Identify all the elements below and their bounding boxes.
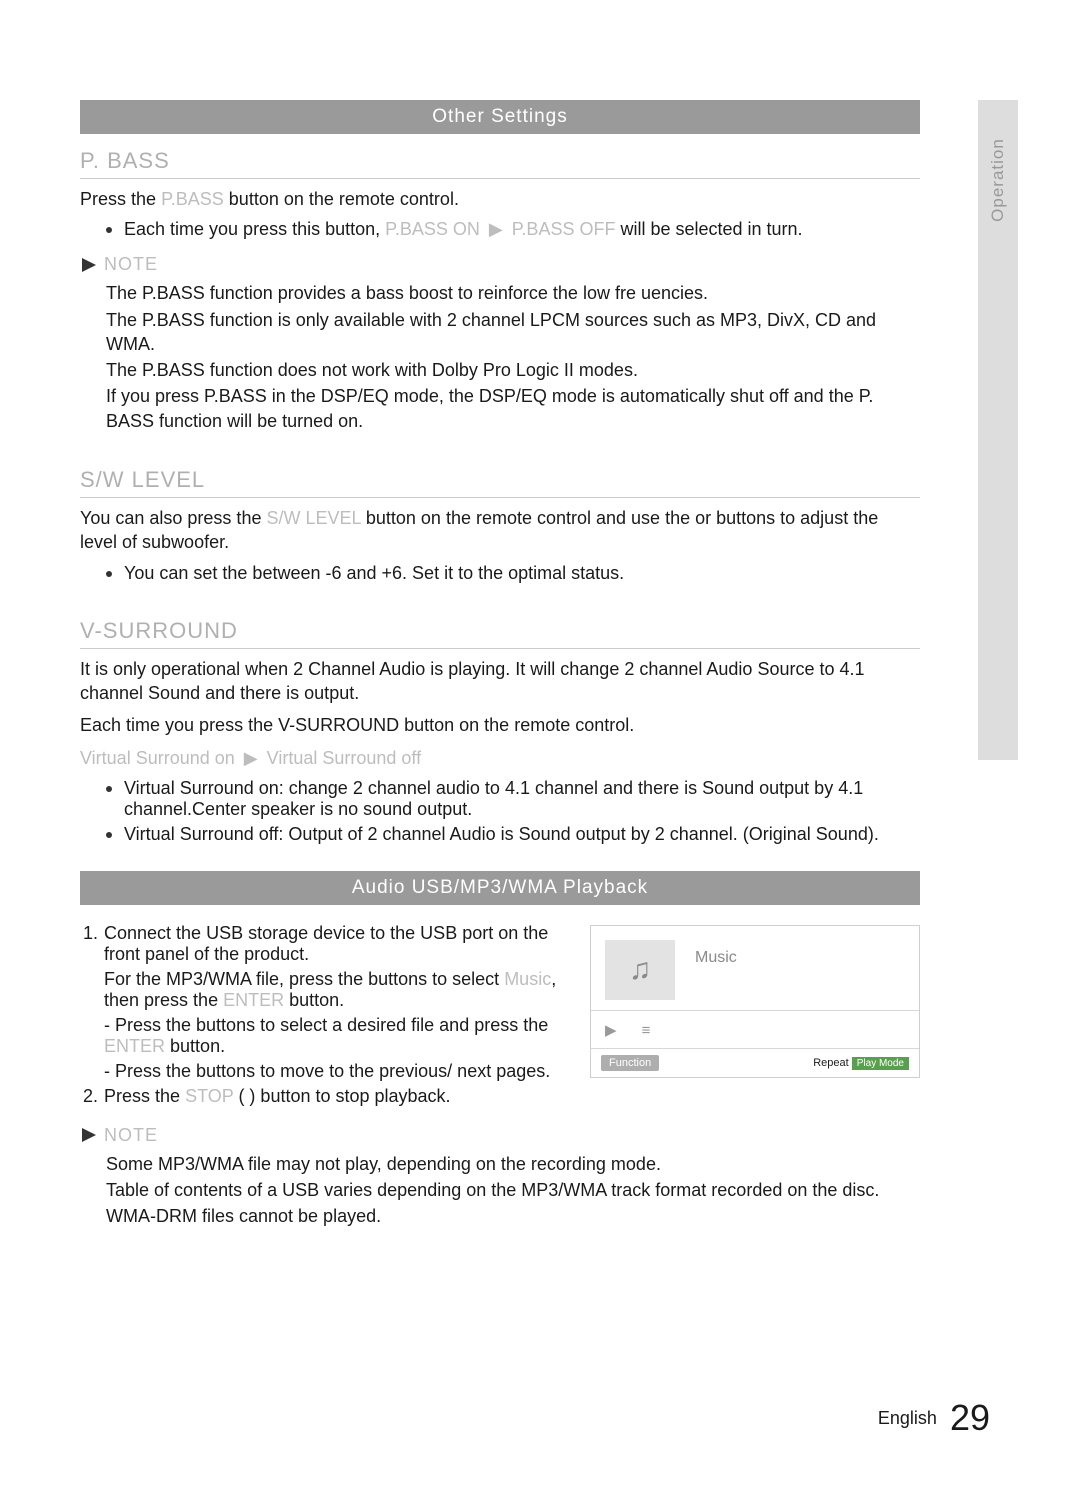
bullet-dot-icon <box>106 227 112 233</box>
usb-left-col: 1. Connect the USB storage device to the… <box>80 919 590 1111</box>
vsurround-b2: Virtual Surround off: Output of 2 channe… <box>124 824 879 845</box>
media-repeat-label: Repeat <box>813 1057 848 1069</box>
media-preview-top: ♫ Music <box>591 926 919 1010</box>
usb-two-col: 1. Connect the USB storage device to the… <box>80 919 920 1111</box>
vsurround-bullet-2: Virtual Surround off: Output of 2 channe… <box>106 824 920 845</box>
pbass-lead: Press the P.BASS button on the remote co… <box>80 187 920 211</box>
note-row-usb: NOTE <box>80 1125 920 1146</box>
swlevel-p1-a: You can also press the <box>80 508 261 528</box>
music-note-icon: ♫ <box>605 940 675 1000</box>
usb-step1-b1: For the MP3/WMA file, press the buttons … <box>104 969 499 989</box>
play-small-icon: ▶ <box>605 1022 617 1039</box>
usb-step1-blight: Music <box>504 969 551 989</box>
arrow-sep-icon: ▶ <box>244 746 258 770</box>
vsurround-b1: Virtual Surround on: change 2 channel au… <box>124 778 920 820</box>
swlevel-p1: You can also press the S/W LEVEL button … <box>80 506 920 555</box>
usb-note2: Table of contents of a USB varies depend… <box>106 1178 920 1202</box>
subheading-vsurround: V-SURROUND <box>80 618 920 649</box>
usb-step1-sub3: - Press the buttons to move to the previ… <box>104 1061 578 1082</box>
pbass-b1-d: will be selected in turn. <box>620 219 802 239</box>
pbass-b1-c: P.BASS OFF <box>512 219 616 239</box>
arrow-sep-icon: ▶ <box>489 219 503 240</box>
usb-step1-b3: button. <box>289 990 344 1010</box>
footer-page-number: 29 <box>950 1397 990 1438</box>
section-header-usb-playback: Audio USB/MP3/WMA Playback <box>80 871 920 905</box>
subheading-pbass: P. BASS <box>80 148 920 179</box>
usb-note1: Some MP3/WMA file may not play, dependin… <box>106 1152 920 1176</box>
usb-step-2-body: Press the STOP ( ) button to stop playba… <box>104 1086 578 1107</box>
vsurround-toggle-b: Virtual Surround off <box>267 748 421 768</box>
pbass-b1-a: Each time you press this button, <box>124 219 380 239</box>
usb-step-1: 1. Connect the USB storage device to the… <box>80 923 578 1082</box>
pbass-note3: The P.BASS function does not work with D… <box>106 358 920 382</box>
list-small-icon: ≡ <box>642 1022 651 1039</box>
play-triangle-icon <box>80 256 98 274</box>
media-function-badge: Function <box>601 1055 659 1071</box>
usb-step2-a: Press the <box>104 1086 180 1106</box>
swlevel-b1: You can set the between -6 and +6. Set i… <box>124 563 624 584</box>
media-preview-mid: ▶ ≡ <box>591 1010 919 1049</box>
usb-step1-sub2: - Press the buttons to select a desired … <box>104 1015 578 1057</box>
vsurround-toggle-a: Virtual Surround on <box>80 748 235 768</box>
bullet-dot-icon <box>106 786 112 792</box>
bullet-dot-icon <box>106 832 112 838</box>
vsurround-toggle: Virtual Surround on ▶ Virtual Surround o… <box>80 746 920 770</box>
usb-step-1-body: Connect the USB storage device to the US… <box>104 923 578 1082</box>
note-label: NOTE <box>104 1125 158 1146</box>
section-header-other-settings: Other Settings <box>80 100 920 134</box>
swlevel-p1-light: S/W LEVEL <box>266 508 360 528</box>
pbass-bullet-1-body: Each time you press this button, P.BASS … <box>124 219 803 240</box>
pbass-lead-b: button on the remote control. <box>229 189 459 209</box>
vsurround-p1: It is only operational when 2 Channel Au… <box>80 657 920 706</box>
play-triangle-icon <box>80 1126 98 1144</box>
swlevel-bullet-1: You can set the between -6 and +6. Set i… <box>106 563 920 584</box>
footer-lang: English <box>878 1408 937 1428</box>
usb-step2-b: ( ) button to stop playback. <box>238 1086 450 1106</box>
usb-step2-light: STOP <box>185 1086 233 1106</box>
media-title: Music <box>695 949 737 967</box>
media-playmode-mark: Play Mode <box>852 1057 909 1070</box>
step-number-2: 2. <box>80 1086 98 1107</box>
pbass-b1-b: P.BASS ON <box>385 219 480 239</box>
vsurround-bullet-1: Virtual Surround on: change 2 channel au… <box>106 778 920 820</box>
subheading-swlevel: S/W LEVEL <box>80 467 920 498</box>
usb-step1-c: - Press the buttons to select a desired … <box>104 1015 548 1035</box>
pbass-note1: The P.BASS function provides a bass boos… <box>106 281 920 305</box>
usb-note3: WMA-DRM files cannot be played. <box>106 1204 920 1228</box>
usb-step1-blight2: ENTER <box>223 990 284 1010</box>
note-row-pbass: NOTE <box>80 254 920 275</box>
usb-step1-clight: ENTER <box>104 1036 165 1056</box>
note-label: NOTE <box>104 254 158 275</box>
page-footer: English 29 <box>878 1397 990 1439</box>
media-preview-box: ♫ Music ▶ ≡ Function Repeat Play Mode <box>590 925 920 1078</box>
usb-step-2: 2. Press the STOP ( ) button to stop pla… <box>80 1086 578 1107</box>
side-tab: Operation <box>978 100 1018 760</box>
media-preview-bottom: Function Repeat Play Mode <box>591 1049 919 1077</box>
pbass-lead-light: P.BASS <box>161 189 224 209</box>
side-tab-label: Operation <box>988 138 1008 222</box>
bullet-dot-icon <box>106 571 112 577</box>
pbass-note2: The P.BASS function is only available wi… <box>106 308 920 357</box>
usb-step1-c2: button. <box>170 1036 225 1056</box>
usb-step1-sub1: For the MP3/WMA file, press the buttons … <box>104 969 578 1011</box>
step-number-1: 1. <box>80 923 98 944</box>
pbass-note4: If you press P.BASS in the DSP/EQ mode, … <box>106 384 920 433</box>
usb-step1-a: Connect the USB storage device to the US… <box>104 923 578 965</box>
pbass-bullet-1: Each time you press this button, P.BASS … <box>106 219 920 240</box>
media-repeat-badge: Repeat Play Mode <box>813 1057 909 1069</box>
vsurround-p2: Each time you press the V-SURROUND butto… <box>80 713 920 737</box>
pbass-lead-a: Press the <box>80 189 156 209</box>
